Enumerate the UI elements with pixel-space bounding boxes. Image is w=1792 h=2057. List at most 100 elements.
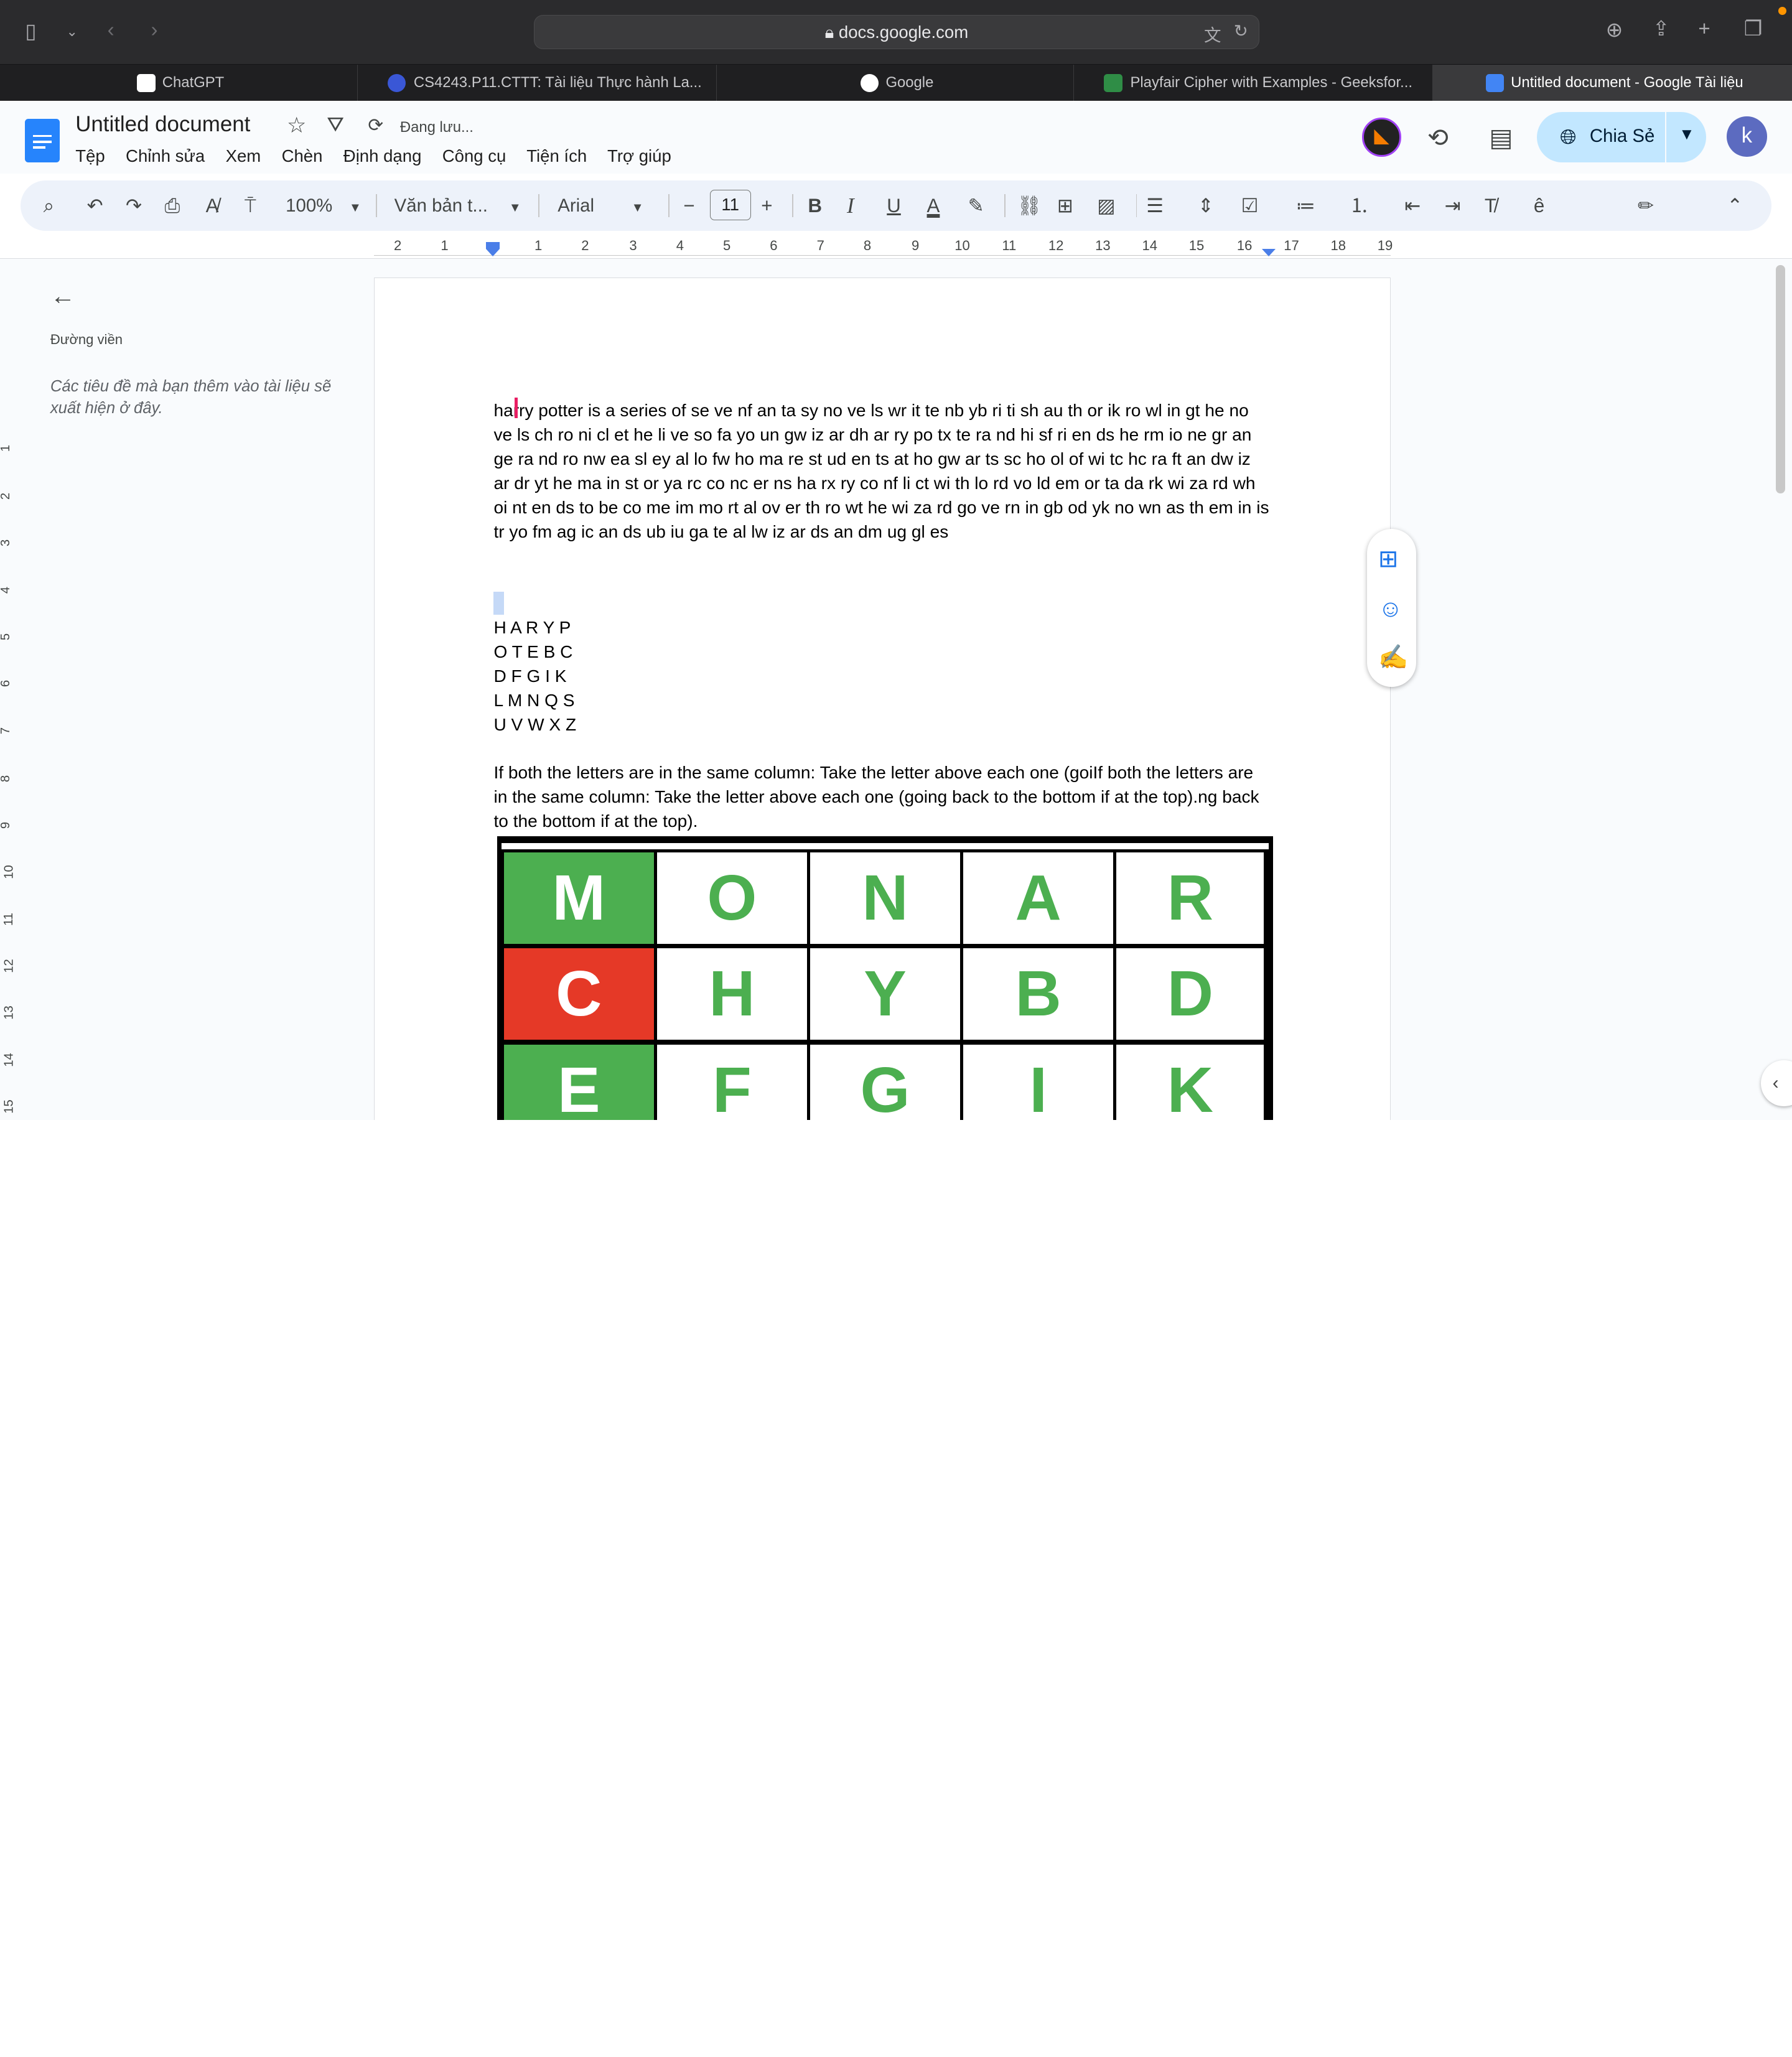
- menu-file[interactable]: Tệp: [75, 146, 105, 166]
- address-bar[interactable]: 🔒︎ docs.google.com 文 ↻: [533, 14, 1260, 49]
- close-outline-icon[interactable]: ←: [50, 281, 75, 310]
- ruler-label: 7: [0, 727, 13, 734]
- numbered-list-icon[interactable]: ⒈: [1350, 192, 1369, 220]
- ruler-label: 1: [534, 238, 543, 254]
- decrease-font-size-icon[interactable]: −: [683, 192, 694, 220]
- tab-google[interactable]: Google: [717, 64, 1075, 101]
- right-indent-marker[interactable]: [1261, 249, 1276, 256]
- zoom-select[interactable]: 100% ▼: [286, 192, 362, 222]
- ruler-label: 11: [1, 912, 16, 926]
- tab-chatgpt[interactable]: ChatGPT: [0, 64, 358, 101]
- share-icon[interactable]: ⇪: [1653, 18, 1670, 41]
- add-emoji-reaction-icon[interactable]: ☺: [1378, 595, 1402, 623]
- document-title[interactable]: Untitled document: [75, 112, 250, 137]
- input-tools-icon[interactable]: ê: [1534, 192, 1544, 220]
- bold-icon[interactable]: B: [808, 192, 823, 220]
- line-spacing-icon[interactable]: ⇕: [1198, 192, 1214, 220]
- chevron-down-icon[interactable]: ⌄: [67, 21, 78, 44]
- ruler-label: 1: [441, 238, 449, 254]
- cipher-paragraph[interactable]: harry potter is a series of se ve nf an …: [493, 399, 1271, 544]
- ruler-label: 9: [912, 238, 920, 254]
- new-tab-icon[interactable]: +: [1698, 18, 1710, 41]
- ruler-label: 14: [1142, 238, 1157, 254]
- forward-icon[interactable]: ›: [151, 19, 157, 42]
- sidebar-toggle-icon[interactable]: ▯: [25, 20, 36, 44]
- ruler-label: 8: [0, 775, 13, 782]
- back-icon[interactable]: ‹: [108, 19, 114, 42]
- ruler-label: 8: [863, 238, 872, 254]
- undo-icon[interactable]: ↶: [87, 192, 103, 220]
- rule-paragraph[interactable]: If both the letters are in the same colu…: [493, 761, 1271, 834]
- highlight-icon[interactable]: ✎: [968, 192, 984, 220]
- translate-icon[interactable]: 文: [1204, 21, 1221, 46]
- tab-playfair[interactable]: Playfair Cipher with Examples - Geeksfor…: [1074, 64, 1434, 101]
- text-color-icon[interactable]: A: [927, 192, 940, 220]
- menu-help[interactable]: Trợ giúp: [607, 146, 671, 166]
- menu-tools[interactable]: Công cụ: [442, 146, 506, 166]
- google-favicon-icon: [861, 73, 879, 92]
- version-history-icon[interactable]: ⟲: [1427, 123, 1449, 152]
- bulleted-list-icon[interactable]: ≔: [1296, 192, 1315, 220]
- paragraph-style-select[interactable]: Văn bản t... ▼: [394, 192, 521, 222]
- first-line-indent-marker[interactable]: [485, 242, 500, 250]
- menu-view[interactable]: Xem: [226, 146, 261, 166]
- print-icon[interactable]: ⎙: [164, 192, 180, 220]
- vertical-ruler[interactable]: 1 2 3 4 5 6 7 8 9 10 11 12 13 14 15: [0, 388, 18, 1119]
- redo-icon[interactable]: ↷: [126, 192, 142, 220]
- table-cell: R: [1116, 852, 1264, 945]
- tab-cs4243[interactable]: CS4243.P11.CTTT: Tài liệu Thực hành La..…: [358, 64, 717, 101]
- menu-edit[interactable]: Chỉnh sửa: [126, 146, 205, 166]
- font-size-input[interactable]: 11: [709, 189, 751, 221]
- lock-icon: 🔒︎: [824, 22, 839, 42]
- menu-insert[interactable]: Chèn: [282, 146, 323, 166]
- grid-row: D F G I K: [493, 666, 567, 686]
- tab-untitled-document[interactable]: Untitled document - Google Tài liệu: [1433, 64, 1792, 101]
- vertical-scrollbar[interactable]: [1776, 265, 1785, 494]
- ruler-label: 10: [954, 238, 970, 254]
- spellcheck-icon[interactable]: A̸: [206, 192, 219, 220]
- tab-title: Playfair Cipher with Examples - Geeksfor…: [1130, 73, 1412, 91]
- clear-formatting-icon[interactable]: T̸: [1485, 192, 1496, 220]
- share-dropdown-icon[interactable]: ▼: [1679, 126, 1694, 144]
- menu-extensions[interactable]: Tiện ích: [526, 146, 587, 166]
- add-comment-icon[interactable]: ⊞: [1057, 192, 1073, 220]
- menu-format[interactable]: Định dạng: [343, 146, 422, 166]
- key-grid[interactable]: H A R Y P O T E B C D F G I K L M N Q S …: [493, 616, 1271, 737]
- increase-font-size-icon[interactable]: +: [761, 192, 772, 220]
- k-logo-icon: ◣: [1374, 126, 1389, 147]
- move-to-drive-icon[interactable]: ⛛: [327, 113, 344, 137]
- reload-icon[interactable]: ↻: [1234, 21, 1248, 41]
- align-icon[interactable]: ☰: [1146, 192, 1164, 220]
- checklist-icon[interactable]: ☑: [1241, 192, 1259, 220]
- browser-toolbar: ▯ ⌄ ‹ › 🔒︎ docs.google.com 文 ↻ ⊕ ⇪ + ❐: [0, 0, 1792, 64]
- ruler-label: 16: [1236, 238, 1253, 254]
- comments-icon[interactable]: ▤: [1489, 123, 1513, 152]
- downloads-icon[interactable]: ⊕: [1606, 19, 1623, 42]
- ruler-label: 12: [1048, 238, 1064, 254]
- increase-indent-icon[interactable]: ⇥: [1445, 192, 1461, 220]
- horizontal-ruler[interactable]: 2 1 1 2 3 4 5 6 7 8 9 10 11 12 13 14 15 …: [373, 235, 1393, 258]
- share-button[interactable]: 🌐︎ Chia Sẻ ▼: [1537, 111, 1707, 162]
- add-comment-icon[interactable]: ⊞: [1378, 545, 1398, 573]
- search-menus-icon[interactable]: ⌕: [44, 192, 54, 220]
- link-icon[interactable]: ⛓: [1017, 192, 1042, 220]
- underline-icon[interactable]: U: [887, 192, 901, 220]
- extension-avatar[interactable]: ◣: [1362, 118, 1401, 157]
- italic-icon[interactable]: I: [847, 192, 854, 220]
- tab-overview-icon[interactable]: ❐: [1744, 18, 1763, 41]
- left-indent-marker[interactable]: [485, 249, 500, 256]
- paint-format-icon[interactable]: ⍑: [245, 192, 256, 220]
- text-cursor: [514, 398, 518, 419]
- avatar[interactable]: k: [1727, 116, 1767, 157]
- playfair-table-image[interactable]: M O N A R C H Y B D E F G I K: [497, 836, 1274, 1120]
- suggest-edits-icon[interactable]: ✍: [1378, 643, 1408, 671]
- insert-image-icon[interactable]: ▨: [1097, 192, 1116, 220]
- font-value: Arial: [558, 195, 595, 216]
- font-select[interactable]: Arial ▼: [558, 192, 643, 222]
- editing-mode-icon[interactable]: ✏: [1638, 192, 1654, 220]
- docs-logo-icon[interactable]: [25, 119, 60, 162]
- star-icon[interactable]: ☆: [287, 113, 306, 138]
- tab-bar: ChatGPT CS4243.P11.CTTT: Tài liệu Thực h…: [0, 63, 1792, 101]
- collapse-menus-icon[interactable]: ⌃: [1727, 192, 1743, 220]
- decrease-indent-icon[interactable]: ⇤: [1404, 192, 1421, 220]
